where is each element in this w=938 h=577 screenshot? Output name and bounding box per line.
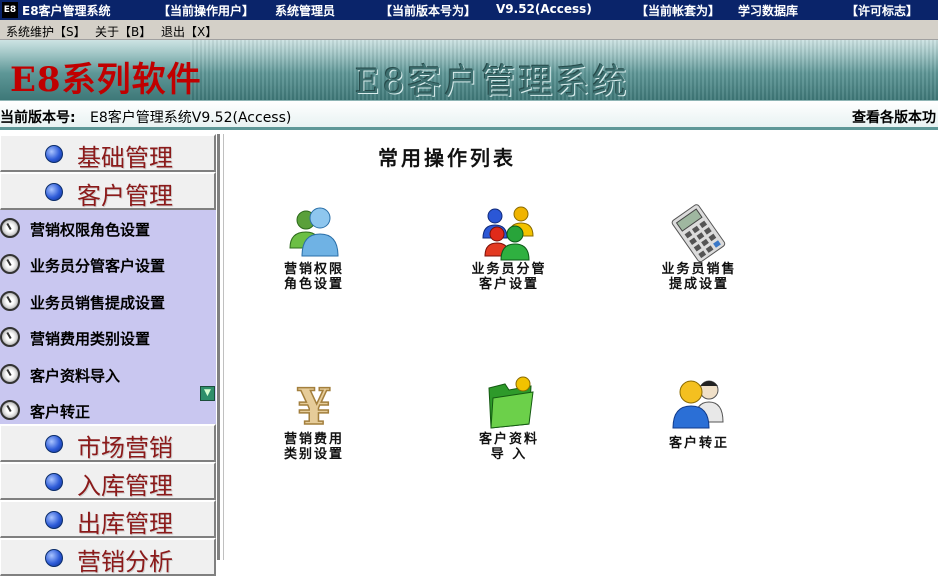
user-group-icon: [482, 206, 534, 261]
page-title: 常用操作列表: [378, 146, 516, 170]
version-label: 【当前版本号为】: [380, 4, 477, 18]
bullet-icon: [45, 473, 63, 491]
bullet-icon: [45, 183, 63, 201]
sidebar-category-customer[interactable]: 客户管理: [0, 172, 216, 210]
menu-bar: 系统维护【S】 关于【B】 退出【X】: [0, 20, 938, 40]
brand-logo-text: E8系列软件: [10, 60, 202, 100]
clock-icon: [0, 400, 20, 420]
submenu-label: 营销权限角色设置: [30, 221, 151, 239]
app-title: E8客户管理系统: [22, 4, 111, 18]
svg-text:¥: ¥: [297, 377, 332, 434]
scroll-down-icon[interactable]: ▼: [200, 386, 215, 401]
current-user-value: 系统管理员: [275, 4, 336, 18]
sidebar-category-inbound[interactable]: 入库管理: [0, 462, 216, 500]
category-label: 出库管理: [77, 510, 173, 538]
license-label: 【许可标志】: [846, 4, 919, 18]
bullet-icon: [45, 549, 63, 567]
submenu-label: 客户转正: [30, 403, 91, 421]
main-panel: 常用操作列表 营销权限 角色设置 业务员分管 客户设置 业务员销售 提成设置 ¥…: [223, 134, 938, 560]
submenu-item-salesman-customers[interactable]: 业务员分管客户设置: [0, 246, 214, 282]
operation-label: 业务员销售 提成设置: [661, 262, 737, 292]
submenu-item-expense-category[interactable]: 营销费用类别设置: [0, 319, 214, 355]
yen-icon: ¥: [296, 376, 332, 434]
operation-label: 业务员分管 客户设置: [471, 262, 547, 292]
submenu-item-role-settings[interactable]: 营销权限角色设置: [0, 210, 214, 246]
system-name: E8客户管理系统: [355, 62, 630, 100]
customer-submenu: 营销权限角色设置 业务员分管客户设置 业务员销售提成设置 营销费用类别设置 客户…: [0, 210, 216, 424]
submenu-item-commission[interactable]: 业务员销售提成设置: [0, 283, 214, 319]
submenu-label: 营销费用类别设置: [30, 330, 151, 348]
operation-role-settings[interactable]: 营销权限 角色设置: [239, 204, 389, 324]
operation-expense-category[interactable]: ¥ 营销费用 类别设置: [239, 374, 389, 494]
menu-system-maintenance[interactable]: 系统维护【S】: [6, 23, 86, 40]
category-label: 市场营销: [77, 434, 173, 462]
clock-icon: [0, 218, 20, 238]
version-bar-value: E8客户管理系统V9.52(Access): [90, 110, 292, 126]
title-bar: E8 E8客户管理系统 【当前操作用户】 系统管理员 【当前版本号为】 V9.5…: [0, 0, 938, 20]
bullet-icon: [45, 511, 63, 529]
clock-icon: [0, 327, 20, 347]
clock-icon: [0, 364, 20, 384]
account-value: 学习数据库: [738, 4, 799, 18]
operation-commission[interactable]: 业务员销售 提成设置: [624, 204, 774, 324]
header-banner: E8系列软件 E8客户管理系统: [0, 40, 938, 100]
operation-customer-import[interactable]: 客户资料 导 入: [434, 374, 584, 494]
bullet-icon: [45, 145, 63, 163]
submenu-label: 业务员分管客户设置: [30, 257, 166, 275]
folder-icon: [488, 376, 534, 429]
submenu-label: 客户资料导入: [30, 367, 121, 385]
operation-salesman-customers[interactable]: 业务员分管 客户设置: [434, 204, 584, 324]
operation-label: 客户转正: [668, 436, 729, 451]
submenu-item-customer-import[interactable]: 客户资料导入: [0, 356, 214, 392]
clock-icon: [0, 291, 20, 311]
category-label: 客户管理: [77, 182, 173, 210]
menu-about[interactable]: 关于【B】: [95, 23, 151, 40]
submenu-item-customer-promote[interactable]: 客户转正: [0, 392, 214, 428]
app-icon[interactable]: E8: [2, 2, 18, 18]
operation-label: 营销费用 类别设置: [283, 432, 344, 462]
current-user-label: 【当前操作用户】: [158, 4, 255, 18]
category-label: 入库管理: [77, 472, 173, 500]
sidebar-category-outbound[interactable]: 出库管理: [0, 500, 216, 538]
category-label: 基础管理: [77, 144, 173, 172]
menu-exit[interactable]: 退出【X】: [161, 23, 217, 40]
version-bar: 当前版本号: E8客户管理系统V9.52(Access) 查看各版本功: [0, 100, 938, 130]
operation-customer-promote[interactable]: 客户转正: [624, 374, 774, 494]
bullet-icon: [45, 435, 63, 453]
calculator-icon: [671, 204, 726, 263]
account-label: 【当前帐套为】: [636, 4, 721, 18]
two-users-icon: [289, 207, 339, 257]
sidebar-category-analysis[interactable]: 营销分析: [0, 538, 216, 576]
operation-label: 营销权限 角色设置: [283, 262, 344, 292]
sidebar: 基础管理 客户管理 营销权限角色设置 业务员分管客户设置 业务员销售提成设置 营…: [0, 134, 220, 576]
operation-label: 客户资料 导 入: [478, 432, 539, 462]
submenu-label: 业务员销售提成设置: [30, 294, 166, 312]
sidebar-category-basic[interactable]: 基础管理: [0, 134, 216, 172]
user-promote-icon: [672, 380, 724, 429]
sidebar-category-marketing[interactable]: 市场营销: [0, 424, 216, 462]
version-value: V9.52(Access): [496, 2, 592, 16]
view-versions-link[interactable]: 查看各版本功: [852, 107, 936, 127]
version-bar-label: 当前版本号:: [0, 110, 76, 126]
clock-icon: [0, 254, 20, 274]
